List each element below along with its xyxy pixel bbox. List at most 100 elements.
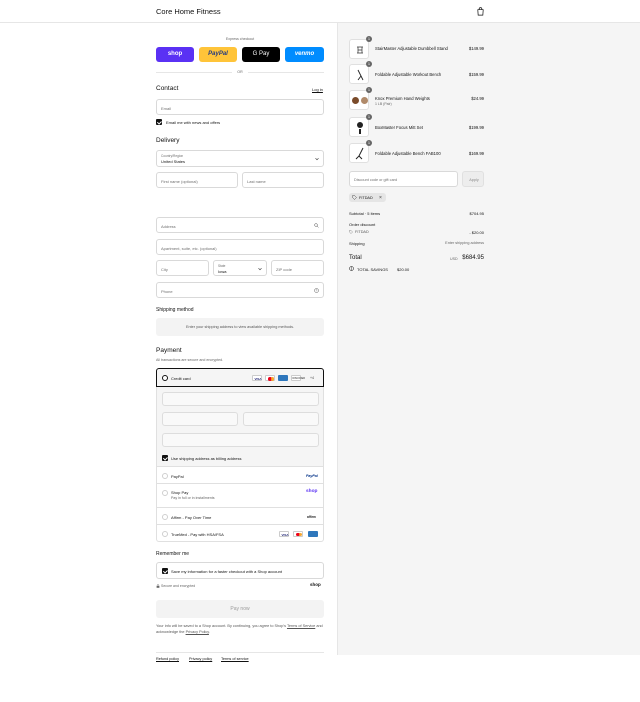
paypal-radio[interactable] [162,472,168,479]
privacy-link[interactable]: Privacy Policy [186,630,209,634]
city-placeholder: City [161,266,168,272]
item-name: Foldable Adjustable Workout Bench [375,72,442,77]
tag-icon [349,230,353,234]
terms-link[interactable]: Terms of Service [287,624,315,628]
quantity-badge: 1 [366,114,372,120]
shop-pay-button[interactable]: shop [156,47,194,62]
shop-logo: shop [310,582,321,587]
quantity-badge: 1 [366,140,372,146]
shipping-label: Shipping [349,241,365,246]
search-icon [314,223,319,228]
visa-icon: VISA [279,530,289,537]
last-name-field[interactable]: Last name [242,172,324,188]
close-icon[interactable]: × [379,195,382,201]
discount-chip: FITDAD × [349,193,386,202]
state-select[interactable]: State Iowa [213,260,267,276]
news-checkbox[interactable] [156,119,162,125]
affirm-option[interactable]: Affirm - Pay Over Time affirm [156,508,324,525]
chip-code: FITDAD [359,195,373,200]
expiration-field[interactable] [162,412,238,426]
zip-field[interactable]: ZIP code [271,260,324,276]
billing-same-label: Use shipping address as billing address [171,456,242,461]
address-field[interactable]: Address [156,217,324,233]
paypal-button[interactable]: PayPal [199,47,237,62]
security-code-field[interactable] [243,412,319,426]
footer-divider [156,652,324,653]
express-checkout-label: Express checkout [225,37,255,41]
shop-pay-option[interactable]: Shop Pay Pay in full or in installments … [156,484,324,508]
store-name[interactable]: Core Home Fitness [156,7,221,16]
privacy-policy-link[interactable]: Privacy policy [189,657,212,661]
item-price: $169.99 [468,151,484,156]
payment-title: Payment [156,347,182,354]
zip-placeholder: ZIP code [276,266,292,272]
google-pay-button[interactable]: G Pay [242,47,280,62]
save-info-box[interactable]: Save my information for a faster checkou… [156,562,324,579]
tag-icon [352,195,357,200]
shop-icon: shop [306,488,318,494]
discount-value: - $20.00 [469,230,484,235]
svg-text:?: ? [316,289,318,293]
more-cards-label: +4 [310,375,314,380]
header: Core Home Fitness [0,0,640,23]
address-placeholder: Address [161,223,176,229]
country-select[interactable]: Country/Region United States [156,150,324,167]
apply-button[interactable]: Apply [462,171,484,187]
quantity-badge: 1 [366,87,372,93]
paypal-option[interactable]: PayPal PayPal [156,467,324,484]
product-thumbnail [349,39,369,59]
discount-code-input[interactable]: Discount code or gift card [349,171,458,187]
login-link[interactable]: Log in [312,87,323,92]
chevron-down-icon [258,267,262,271]
delivery-title: Delivery [156,137,180,144]
mastercard-icon [265,375,275,381]
dumbbell-stand-icon [357,46,363,54]
paypal-icon: PayPal [306,473,318,478]
card-number-field[interactable] [162,392,319,406]
save-info-label: Save my information for a faster checkou… [171,569,282,574]
savings-value: $20.00 [397,267,410,272]
chevron-down-icon [315,157,319,161]
pay-now-button[interactable]: Pay now [156,600,324,618]
country-value: United States [161,159,186,164]
pay-now-label: Pay now [230,606,250,612]
credit-card-option[interactable]: Credit card VISA DISCOVER +4 [156,368,324,387]
product-thumbnail [349,90,369,110]
state-value: Iowa [218,269,227,274]
truemed-radio[interactable] [162,530,168,537]
quantity-badge: 1 [366,61,372,67]
affirm-radio[interactable] [162,513,168,520]
shop-pay-radio[interactable] [162,489,168,496]
phone-placeholder: Phone [161,288,173,294]
phone-field[interactable]: Phone ? [156,282,324,298]
help-icon[interactable]: ? [314,288,319,293]
email-placeholder: Email [161,105,172,111]
savings-label: TOTAL SAVINGS [357,267,388,272]
billing-same-checkbox[interactable] [162,455,168,461]
first-name-field[interactable]: First name (optional) [156,172,238,188]
refund-policy-link[interactable]: Refund policy [156,657,179,661]
credit-card-radio[interactable] [162,375,168,381]
email-field[interactable]: Email [156,99,324,115]
apartment-field[interactable]: Apartment, suite, etc. (optional) [156,239,324,255]
truemed-option[interactable]: TrueMed - Pay with HSA/FSA VISA [156,525,324,542]
venmo-button[interactable]: venmo [285,47,324,62]
shopping-bag-icon[interactable] [476,7,485,16]
hand-weight-icon [361,97,368,104]
shipping-value: Enter shipping address [445,241,484,245]
amex-icon [278,375,288,381]
subtotal-value: $704.95 [469,211,484,216]
affirm-icon: affirm [307,514,316,519]
product-thumbnail [349,143,369,163]
item-variant: 1 LB (Pair) [375,102,392,106]
name-on-card-field[interactable] [162,433,319,447]
payment-subtitle: All transactions are secure and encrypte… [156,358,224,362]
city-field[interactable]: City [156,260,209,276]
truemed-option-label: TrueMed - Pay with HSA/FSA [171,531,224,537]
contact-title: Contact [156,85,179,92]
card-form-panel: Use shipping address as billing address [156,387,324,467]
credit-card-label: Credit card [171,376,191,381]
terms-of-service-link[interactable]: Terms of service [221,657,249,661]
save-info-checkbox[interactable] [162,568,168,574]
item-price: $199.99 [468,125,484,130]
